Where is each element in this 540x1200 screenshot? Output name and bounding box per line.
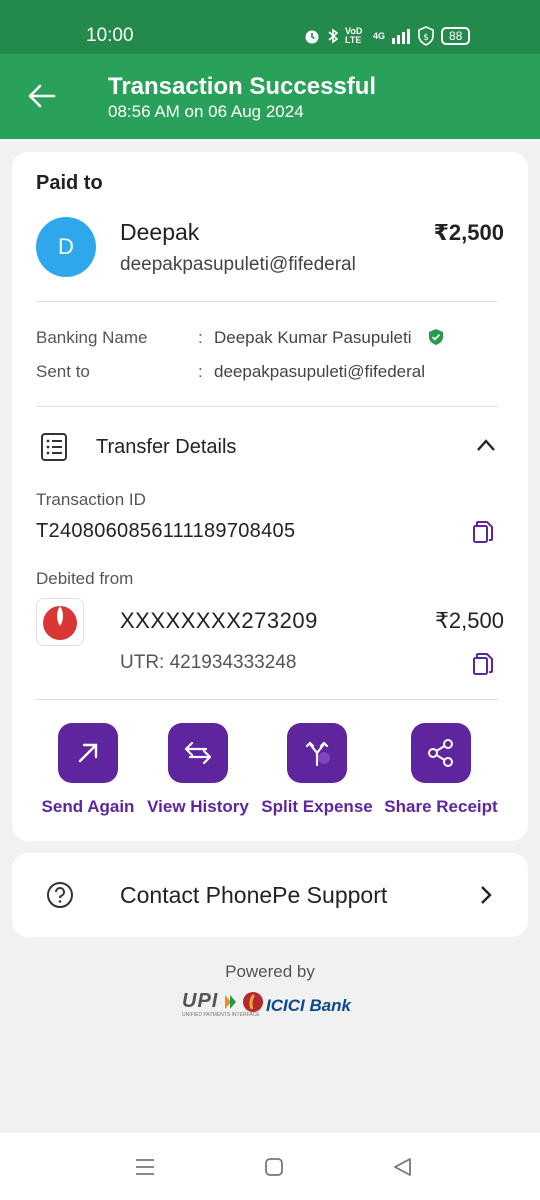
debited-amount: ₹2,500 <box>434 608 504 633</box>
alarm-icon <box>305 30 319 44</box>
view-history-label[interactable]: View History <box>139 797 257 817</box>
debited-from-label: Debited from <box>36 569 134 588</box>
sent-to-key: Sent to <box>36 362 90 381</box>
arrow-up-right-icon <box>78 743 98 763</box>
split-icon <box>305 741 330 767</box>
status-bar: 10:00 VoD LTE 4G $ 88 <box>0 0 540 54</box>
chevron-right-icon[interactable] <box>480 885 492 905</box>
divider <box>36 699 498 700</box>
bank-logo <box>36 598 84 646</box>
transfer-details-title[interactable]: Transfer Details <box>96 436 236 459</box>
swap-arrows-icon <box>184 741 212 765</box>
transaction-id-label: Transaction ID <box>36 490 146 509</box>
sent-to-value: deepakpasupuleti@fifederal <box>214 362 426 381</box>
partner-logos: UPI UNIFIED PAYMENTS INTERFACE ICICI Ban… <box>180 990 360 1020</box>
transaction-id: T2408060856111189708405 <box>36 520 296 542</box>
page-title: Transaction Successful <box>108 73 377 100</box>
status-time: 10:00 <box>86 25 134 46</box>
send-again-label[interactable]: Send Again <box>29 797 147 817</box>
view-history-icon-wrap[interactable] <box>168 723 228 783</box>
share-receipt-button[interactable]: Share Receipt <box>382 723 500 817</box>
app-header: 10:00 VoD LTE 4G $ 88 Transaction Succes… <box>0 0 540 139</box>
menu-icon[interactable] <box>135 1157 155 1177</box>
paid-to-label: Paid to <box>36 172 103 194</box>
verified-shield-icon <box>429 329 443 345</box>
upi-arrow-icon <box>225 995 236 1009</box>
wallet-shield-icon: $ <box>418 26 434 46</box>
status-icons: VoD LTE 4G $ 88 <box>303 24 471 48</box>
svg-text:$: $ <box>423 33 429 43</box>
split-expense-button[interactable]: Split Expense <box>258 723 376 817</box>
banking-name-key: Banking Name <box>36 328 148 347</box>
chevron-up-icon[interactable] <box>476 438 496 452</box>
bank-logo-icon <box>43 606 77 640</box>
view-history-button[interactable]: View History <box>139 723 257 817</box>
send-again-button[interactable]: Send Again <box>29 723 147 817</box>
payee-upi-id: deepakpasupuleti@fifederal <box>120 254 356 275</box>
split-expense-icon-wrap[interactable] <box>287 723 347 783</box>
upi-logo: UPI <box>182 990 219 1012</box>
utr-number: UTR: 421934333248 <box>120 652 297 673</box>
battery-indicator: 88 <box>441 27 471 45</box>
payee-name: Deepak <box>120 219 200 245</box>
banking-name-value: Deepak Kumar Pasupuleti <box>214 328 412 347</box>
network-type: 4G <box>373 31 386 41</box>
back-arrow-icon[interactable] <box>26 80 58 112</box>
contact-support-label[interactable]: Contact PhonePe Support <box>120 882 387 909</box>
avatar: D <box>36 217 96 277</box>
copy-utr-icon[interactable] <box>472 652 494 676</box>
transaction-card: Paid to D Deepak deepakpasupuleti@fifede… <box>12 152 528 841</box>
divider <box>36 406 498 407</box>
signal-icon <box>392 29 411 44</box>
split-expense-label[interactable]: Split Expense <box>258 797 376 817</box>
bluetooth-icon <box>328 28 339 44</box>
help-circle-icon <box>47 882 73 908</box>
share-icon <box>428 739 453 767</box>
copy-transaction-id-icon[interactable] <box>472 520 494 544</box>
back-icon[interactable] <box>392 1157 412 1177</box>
document-list-icon <box>41 433 67 461</box>
icici-bank-logo: ICICI Bank <box>266 996 352 1015</box>
share-receipt-label[interactable]: Share Receipt <box>382 797 500 817</box>
share-receipt-icon-wrap[interactable] <box>411 723 471 783</box>
account-number: XXXXXXXX273209 <box>120 608 318 633</box>
carrier-label: VoD LTE <box>345 26 363 45</box>
send-again-icon-wrap[interactable] <box>58 723 118 783</box>
contact-support-row[interactable]: Contact PhonePe Support <box>12 853 528 937</box>
home-icon[interactable] <box>264 1157 284 1177</box>
powered-by-label: Powered by <box>225 962 315 981</box>
divider <box>36 301 498 302</box>
transaction-timestamp: 08:56 AM on 06 Aug 2024 <box>108 102 304 121</box>
separator: : <box>198 362 203 381</box>
icici-logo-icon <box>243 992 263 1012</box>
separator: : <box>198 328 203 347</box>
paid-amount: ₹2,500 <box>433 220 504 245</box>
system-nav-bar <box>0 1133 540 1200</box>
